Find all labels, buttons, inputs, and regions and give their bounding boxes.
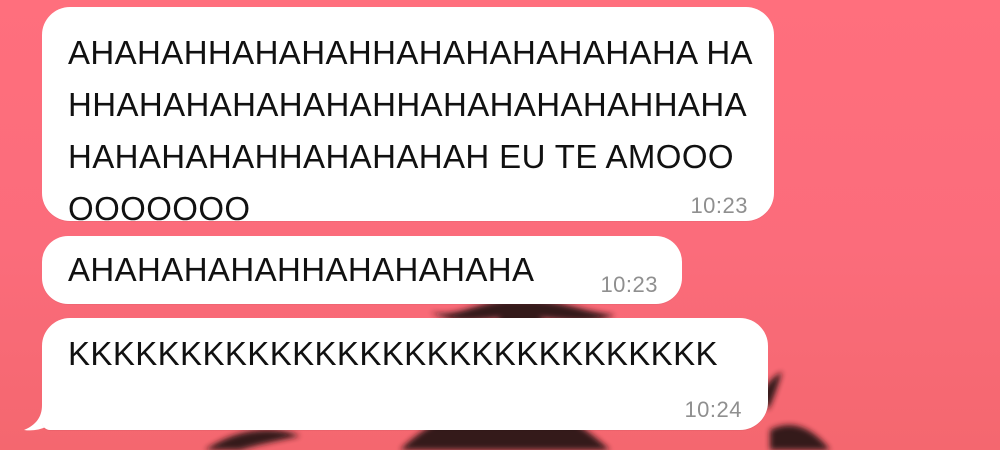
message-timestamp: 10:24 <box>684 397 742 422</box>
message-bubble[interactable]: AHAHAHAHAHHAHAHAHAHA 10:23 <box>42 236 682 304</box>
chat-conversation: AHAHAHHAHAHAHHAHAHAHAHAHAHA HAHHAHAHAHAH… <box>0 0 1000 450</box>
message-text: AHAHAHAHAHHAHAHAHAHA <box>68 251 535 288</box>
message-bubble[interactable]: KKKKKKKKKKKKKKKKKKKKKKKKKKKKK 10:24 <box>42 318 768 430</box>
message-timestamp: 10:23 <box>600 272 658 297</box>
message-text: KKKKKKKKKKKKKKKKKKKKKKKKKKKKK <box>68 335 718 372</box>
message-text: AHAHAHHAHAHAHHAHAHAHAHAHAHA HAHHAHAHAHAH… <box>68 34 755 227</box>
message-timestamp: 10:23 <box>690 193 748 218</box>
message-bubble[interactable]: AHAHAHHAHAHAHHAHAHAHAHAHAHA HAHHAHAHAHAH… <box>42 7 774 227</box>
